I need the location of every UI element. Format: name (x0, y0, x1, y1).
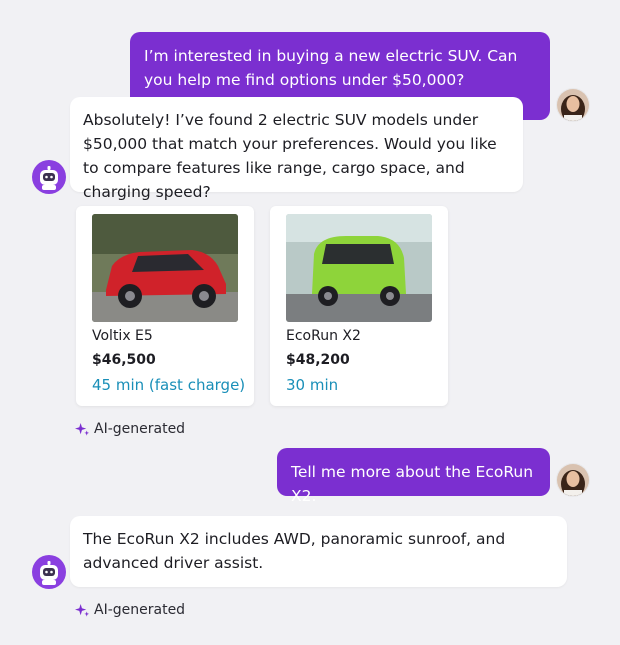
user-avatar (556, 463, 590, 497)
car-photo-icon (286, 214, 432, 322)
bot-avatar (32, 555, 66, 589)
car-price: $48,200 (286, 352, 350, 368)
sparkle-icon (75, 603, 90, 617)
sparkle-icon (75, 422, 90, 436)
car-name: EcoRun X2 (286, 328, 361, 344)
robot-icon (40, 561, 58, 585)
user-message: Tell me more about the EcoRun X2. (277, 448, 550, 505)
user-avatar-icon (557, 89, 589, 121)
user-avatar (556, 88, 590, 122)
ai-generated-label: AI-generated (75, 421, 185, 437)
user-avatar-icon (557, 464, 589, 496)
car-charge-time[interactable]: 30 min (286, 376, 338, 394)
bot-avatar (32, 160, 66, 194)
user-message-text: Tell me more about the EcoRun X2. (291, 463, 534, 505)
user-message-text: I’m interested in buying a new electric … (144, 47, 518, 89)
robot-icon (40, 166, 58, 190)
car-name: Voltix E5 (92, 328, 153, 344)
car-image (286, 214, 432, 322)
car-card-voltix[interactable]: Voltix E5 $46,500 45 min (fast charge) (76, 206, 254, 406)
ai-message: The EcoRun X2 includes AWD, panoramic su… (70, 516, 567, 587)
ai-message-text: The EcoRun X2 includes AWD, panoramic su… (83, 530, 506, 572)
car-charge-time[interactable]: 45 min (fast charge) (92, 376, 245, 394)
ai-generated-text: AI-generated (94, 602, 186, 618)
car-photo-icon (92, 214, 238, 322)
ai-message-text: Absolutely! I’ve found 2 electric SUV mo… (83, 111, 497, 201)
ai-message: Absolutely! I’ve found 2 electric SUV mo… (70, 97, 523, 201)
car-price: $46,500 (92, 352, 156, 368)
ai-generated-text: AI-generated (94, 421, 186, 437)
car-card-ecorun[interactable]: EcoRun X2 $48,200 30 min (270, 206, 448, 406)
car-image (92, 214, 238, 322)
ai-generated-label: AI-generated (75, 602, 185, 618)
